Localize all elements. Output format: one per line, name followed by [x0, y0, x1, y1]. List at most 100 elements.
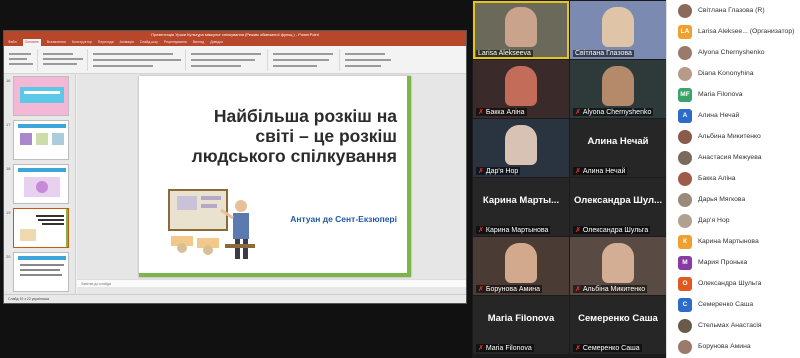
tile-name-text: Світлана Глазова — [575, 50, 632, 57]
ribbon-tab[interactable]: Основне — [22, 39, 41, 46]
participant-video — [505, 7, 537, 47]
participant-name: Борунова Амина — [698, 343, 751, 350]
avatar: MF — [678, 87, 692, 102]
participant-row[interactable]: С Семеренко Саша — [667, 294, 800, 315]
participant-row[interactable]: О Олександра Шульга — [667, 273, 800, 294]
video-tile[interactable]: ✗ Дар'я Нор — [473, 119, 569, 177]
slide-thumbnail[interactable] — [13, 76, 69, 116]
avatar — [678, 150, 692, 165]
thumb-number: 18 — [6, 166, 11, 171]
tile-display-name: Карина Марты... — [482, 195, 560, 206]
participant-video — [505, 125, 537, 165]
tile-name-text: Бакка Аліна — [485, 108, 525, 116]
tile-name-text: Maria Filonova — [485, 344, 532, 352]
tile-name-label: ✗ Дар'я Нор — [476, 167, 521, 175]
participant-row[interactable]: Анастасия Межуева — [667, 147, 800, 168]
slide-accent-bar-right — [407, 76, 411, 277]
participant-row[interactable]: LA Larisa Alekseе... (Организатор) — [667, 21, 800, 42]
video-grid: Larisa Alekseeva Світлана Глазова ✗ Бакка А… — [473, 0, 666, 358]
mic-muted-icon: ✗ — [575, 286, 581, 293]
participant-row[interactable]: М Мария Пронька — [667, 252, 800, 273]
ribbon-tab[interactable]: Рецензування — [164, 39, 187, 46]
participant-row[interactable]: MF Maria Filonova — [667, 84, 800, 105]
ribbon-tab[interactable]: Слайд-шоу — [140, 39, 158, 46]
ribbon-tab[interactable]: Анімація — [120, 39, 134, 46]
slide-thumbnail[interactable] — [13, 164, 69, 204]
current-slide[interactable]: Найбільша розкіш на світі – це розкіш лю… — [139, 76, 411, 277]
participant-name: Larisa Alekseе... (Организатор) — [698, 28, 795, 35]
video-tile[interactable]: ✗ Бакка Аліна — [473, 60, 569, 118]
avatar: М — [678, 255, 692, 270]
ribbon-tab[interactable]: Файл — [8, 39, 17, 46]
ribbon-tab[interactable]: Переходи — [98, 39, 114, 46]
notes-pane[interactable]: Замітки до слайда — [77, 279, 466, 287]
participant-row[interactable]: Бакка Аліна — [667, 168, 800, 189]
tile-name-label: ✗ Карина Мартынова — [476, 226, 551, 234]
slide-thumbnail[interactable] — [13, 252, 69, 292]
tile-name-label: Світлана Глазова — [573, 50, 634, 57]
video-tile[interactable]: Олександра Шул... ✗ Олександра Шульга — [570, 178, 666, 236]
tile-display-name: Алина Нечай — [587, 136, 649, 147]
participant-row[interactable]: Альбина Микитенко — [667, 126, 800, 147]
slide-thumbnail-selected[interactable] — [13, 208, 69, 248]
participant-row[interactable]: Дар'я Нор — [667, 210, 800, 231]
mic-muted-icon: ✗ — [575, 345, 581, 352]
tile-name-label: ✗ Борунова Амина — [476, 285, 543, 293]
participant-name: Світлана Глазова (R) — [698, 7, 765, 14]
thumb-number: 19 — [6, 210, 11, 215]
participant-row[interactable]: Alyona Chernyshenko — [667, 42, 800, 63]
slide-thumbnail[interactable] — [13, 120, 69, 160]
avatar — [678, 3, 692, 18]
ribbon-group-font[interactable] — [90, 49, 186, 71]
avatar — [678, 318, 692, 333]
ribbon-tab[interactable]: Вигляд — [193, 39, 204, 46]
tile-name-label: ✗ Олександра Шульга — [573, 226, 651, 234]
video-tile[interactable]: Світлана Глазова — [570, 1, 666, 59]
participant-name: Diana Kononyhina — [698, 70, 754, 77]
video-tile[interactable]: ✗ Alyona Chernyshenko — [570, 60, 666, 118]
mic-muted-icon: ✗ — [478, 286, 484, 293]
tile-name-label: ✗ Бакка Аліна — [476, 108, 527, 116]
tile-display-name: Семеренко Саша — [578, 313, 658, 324]
avatar: О — [678, 276, 692, 291]
video-tile[interactable]: Карина Марты... ✗ Карина Мартынова — [473, 178, 569, 236]
ribbon-tab[interactable]: Довідка — [210, 39, 223, 46]
ribbon-tab[interactable]: Конструктор — [72, 39, 92, 46]
participant-row[interactable]: Diana Kononyhina — [667, 63, 800, 84]
mic-muted-icon: ✗ — [478, 109, 484, 116]
ribbon-group-paragraph[interactable] — [188, 49, 268, 71]
video-tile[interactable]: Larisa Alekseeva — [473, 1, 569, 59]
participant-row[interactable]: Борунова Амина — [667, 336, 800, 357]
participant-video — [602, 243, 634, 283]
mic-muted-icon: ✗ — [478, 227, 484, 234]
participant-row[interactable]: К Карина Мартынова — [667, 231, 800, 252]
thumb-number: 16 — [6, 78, 11, 83]
video-tile[interactable]: Семеренко Саша ✗ Семеренко Саша — [570, 296, 666, 354]
ribbon-group-editing[interactable] — [342, 49, 402, 71]
tile-name-text: Алина Нечай — [582, 167, 626, 175]
tile-name-text: Larisa Alekseeva — [478, 50, 531, 57]
avatar — [678, 171, 692, 186]
ribbon-group-slides[interactable] — [40, 49, 88, 71]
participant-name: Стельмах Анастасія — [698, 322, 762, 329]
participant-name: Семеренко Саша — [698, 301, 754, 308]
slide-thumbnail-pane: 16 17 18 19 20 — [4, 74, 76, 294]
ribbon-group-clipboard[interactable] — [6, 49, 38, 71]
video-tile[interactable]: Алина Нечай ✗ Алина Нечай — [570, 119, 666, 177]
ppt-status-bar: Слайд 19 з 22 українська — [4, 294, 466, 303]
video-tile[interactable]: ✗ Борунова Амина — [473, 237, 569, 295]
mic-muted-icon: ✗ — [575, 227, 581, 234]
participant-row[interactable]: Світлана Глазова (R) — [667, 0, 800, 21]
participant-name: Alyona Chernyshenko — [698, 49, 765, 56]
ribbon-group-drawing[interactable] — [270, 49, 340, 71]
participant-row[interactable]: Стельмах Анастасія — [667, 315, 800, 336]
tile-name-text: Олександра Шульга — [582, 226, 649, 234]
mic-muted-icon: ✗ — [478, 345, 484, 352]
video-tile[interactable]: Maria Filonova ✗ Maria Filonova — [473, 296, 569, 354]
powerpoint-window: Презентація Уроки Культура міжкульт спіл… — [3, 30, 467, 304]
participant-row[interactable]: А Алина Нечай — [667, 105, 800, 126]
ribbon-tab[interactable]: Вставлення — [47, 39, 66, 46]
video-tile[interactable]: ✗ Альбіна Микитенко — [570, 237, 666, 295]
avatar — [678, 129, 692, 144]
participant-row[interactable]: Дарья Мягкова — [667, 189, 800, 210]
